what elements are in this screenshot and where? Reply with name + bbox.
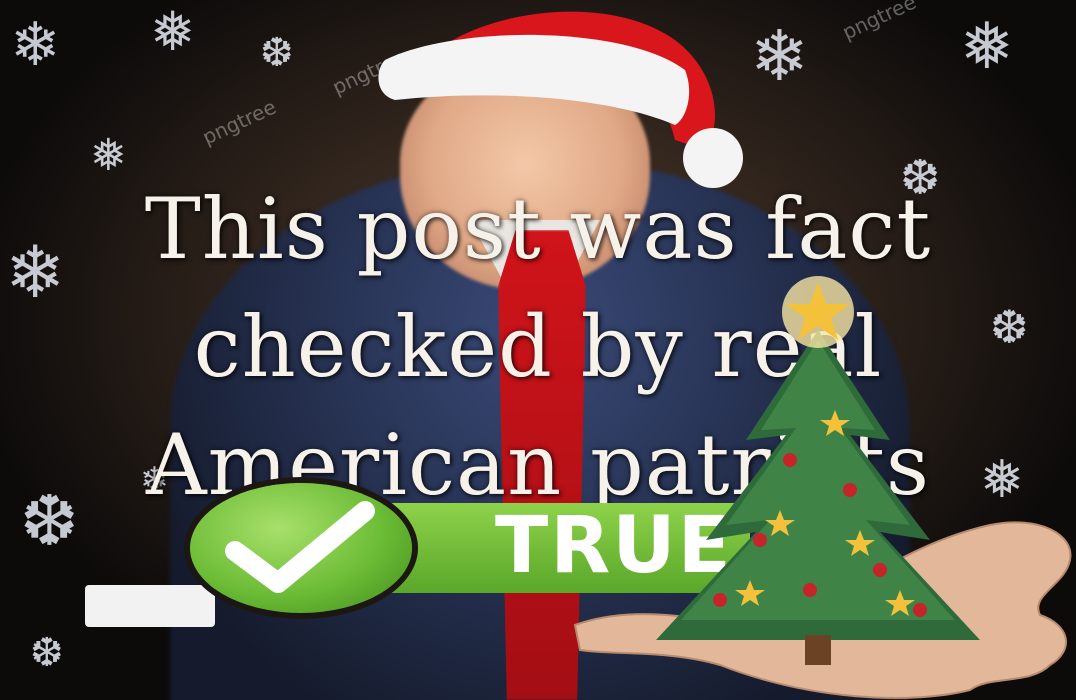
snowflake-icon: ❆ (260, 30, 294, 76)
snowflake-icon: ❅ (150, 0, 196, 63)
meme-image: ❄ ❅ ❆ ❄ ❅ ❆ ❄ ❅ ❆ ❄ ❅ ❆ ❄ ❅ ❆ pngtree pn… (0, 0, 1076, 700)
snowflake-icon: ❆ (30, 630, 64, 676)
snowflake-icon: ❄ (10, 10, 61, 80)
christmas-tree (656, 276, 980, 665)
snowflake-icon: ❅ (960, 10, 1014, 84)
star-icon (782, 276, 854, 348)
checkmark-icon (225, 501, 375, 593)
santa-hat (378, 11, 743, 188)
badge-circle (190, 483, 412, 613)
